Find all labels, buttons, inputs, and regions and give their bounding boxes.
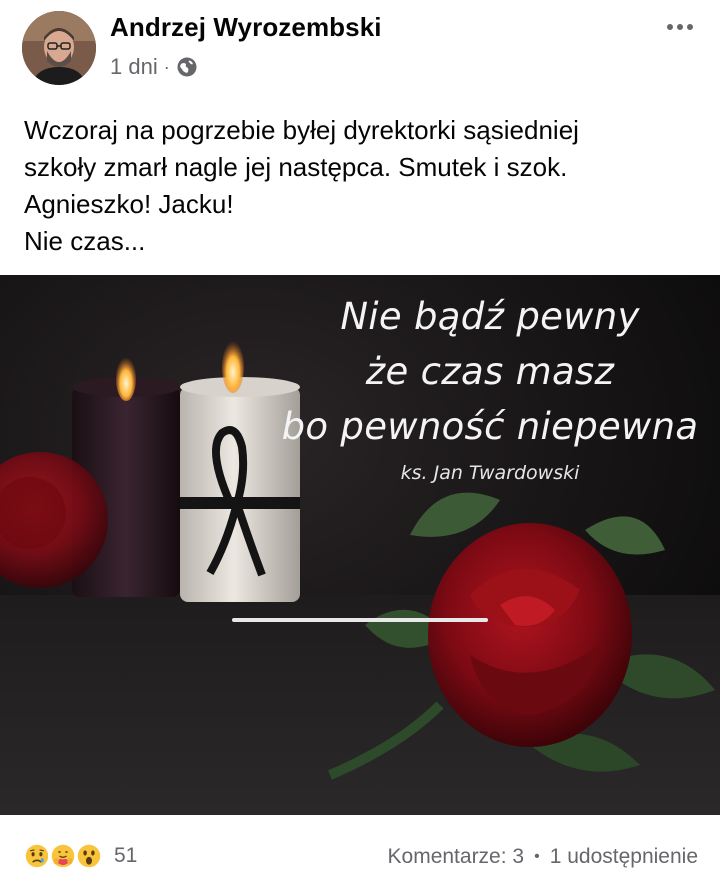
avatar-image [22,11,96,85]
post-time[interactable]: 1 dni [110,54,158,80]
quote-line: że czas masz [365,350,615,393]
quote-line: Nie bądź pewny [340,295,640,338]
comments-count-link[interactable]: Komentarze: 3 [388,845,525,869]
stats-separator: • [534,848,540,865]
reactions-summary[interactable]: 51 [22,841,137,871]
post-stats: Komentarze: 3 • 1 udostępnienie [388,845,698,869]
reaction-count: 51 [114,844,138,867]
post-text-line: Wczoraj na pogrzebie byłej dyrektorki są… [24,115,579,145]
quote-line: bo pewność niepewna [281,405,699,448]
more-dot [677,24,683,30]
post-meta: 1 dni · [110,54,198,80]
post-header: Andrzej Wyrozembski 1 dni · [0,0,720,100]
post-text-line: Agnieszko! Jacku! [24,189,234,219]
shares-count-link[interactable]: 1 udostępnienie [550,845,698,869]
more-dot [667,24,673,30]
post-text-line: Nie czas... [24,226,146,256]
post-text: Wczoraj na pogrzebie byłej dyrektorki są… [24,112,704,260]
more-options-button[interactable] [658,12,702,42]
meta-separator: · [163,56,170,77]
more-dot [687,24,693,30]
author-name[interactable]: Andrzej Wyrozembski [110,12,382,43]
quote-overlay: Nie bądź pewny że czas masz bo pewność n… [260,289,720,488]
post-image[interactable]: Nie bądź pewny że czas masz bo pewność n… [0,275,720,815]
quote-author: ks. Jan Twardowski [400,462,580,484]
wow-reaction-icon [74,841,104,871]
post-footer: 51 Komentarze: 3 • 1 udostępnienie [0,815,720,883]
post-text-line: szkoły zmarł nagle jej następca. Smutek … [24,152,568,182]
avatar[interactable] [22,11,96,85]
globe-icon [177,57,197,77]
